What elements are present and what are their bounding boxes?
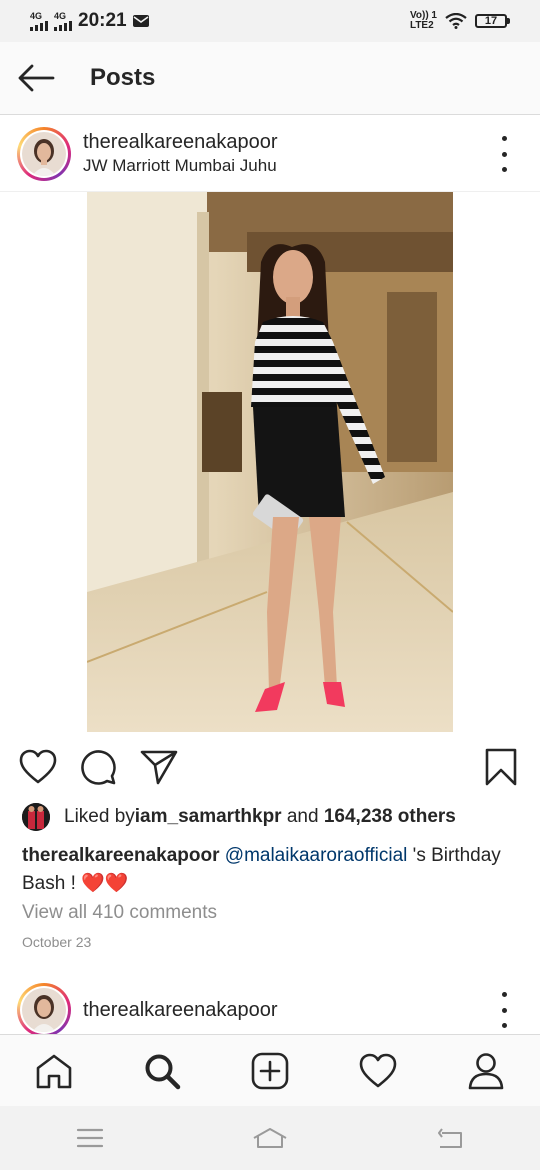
back-button[interactable]: [0, 42, 72, 114]
next-post-username[interactable]: therealkareenakapoor: [83, 999, 278, 1022]
next-post-avatar[interactable]: [17, 983, 71, 1037]
nav-home[interactable]: [24, 1041, 84, 1101]
more-vertical-icon: [501, 136, 507, 141]
post-location[interactable]: JW Marriott Mumbai Juhu: [83, 156, 278, 176]
caption-mention[interactable]: @malaikaarora​official: [225, 845, 408, 866]
next-post-more-button[interactable]: [494, 992, 514, 1028]
volte-indicator: Vo)) 1 LTE2: [410, 11, 437, 31]
add-post-icon: [251, 1052, 289, 1090]
profile-icon: [468, 1053, 504, 1090]
caption-username[interactable]: therealkareenakapoor: [22, 845, 220, 866]
system-home-button[interactable]: [240, 1113, 300, 1163]
status-left: 4G 4G 20:21: [30, 10, 149, 32]
likes-and: and: [281, 806, 324, 827]
likes-count[interactable]: 164,238 others: [324, 806, 456, 828]
heart-icon: [19, 749, 57, 784]
status-bar: 4G 4G 20:21 Vo)) 1 LTE2 17: [0, 0, 540, 42]
system-menu-button[interactable]: [60, 1113, 120, 1163]
bottom-nav: [0, 1034, 540, 1107]
nav-activity[interactable]: [348, 1041, 408, 1101]
back-outline-icon: [438, 1128, 462, 1148]
like-button[interactable]: [18, 745, 58, 789]
status-right: Vo)) 1 LTE2 17: [410, 11, 510, 31]
network-type-1: 4G: [30, 10, 43, 21]
nav-profile[interactable]: [456, 1041, 516, 1101]
view-comments-link[interactable]: View all 410 comments: [22, 902, 217, 924]
comment-button[interactable]: [78, 745, 118, 789]
top-app-bar: Posts: [0, 42, 540, 115]
page-title: Posts: [90, 64, 156, 91]
status-time: 20:21: [78, 10, 127, 31]
post-image[interactable]: [87, 192, 453, 732]
arrow-left-icon: [18, 64, 55, 92]
post-caption: therealkareenakapoor @malaikaarora​offic…: [22, 842, 502, 898]
share-button[interactable]: [139, 745, 179, 789]
home-icon: [36, 1054, 72, 1089]
volte-bottom: LTE2: [409, 20, 434, 31]
more-vertical-icon: [501, 992, 507, 997]
nav-new-post[interactable]: [240, 1041, 300, 1101]
likes-summary[interactable]: Liked by iam_samarthkpr and 164,238 othe…: [22, 803, 456, 831]
post-user-info: therealkareenakapoor JW Marriott Mumbai …: [83, 131, 278, 176]
battery-icon: 17: [475, 14, 510, 28]
message-notification-icon: [132, 15, 149, 27]
post-avatar[interactable]: [17, 126, 71, 181]
search-icon: [145, 1054, 181, 1090]
save-button[interactable]: [481, 745, 521, 789]
comment-icon: [81, 750, 116, 785]
post-username[interactable]: therealkareenakapoor: [83, 131, 278, 154]
nav-search[interactable]: [132, 1041, 192, 1101]
menu-icon: [76, 1128, 104, 1148]
liker-avatar: [22, 803, 50, 831]
network-type-2: 4G: [54, 10, 67, 21]
home-outline-icon: [253, 1128, 287, 1148]
system-nav-bar: [0, 1106, 540, 1170]
wifi-icon: [445, 13, 467, 29]
system-back-button[interactable]: [420, 1113, 480, 1163]
send-icon: [140, 750, 178, 785]
liked-by-user[interactable]: iam_samarthkpr: [135, 806, 282, 828]
more-options-button[interactable]: [494, 136, 514, 172]
post-date: October 23: [22, 934, 92, 950]
likes-prefix: Liked by: [64, 806, 135, 827]
battery-level: 17: [475, 14, 507, 28]
next-post-header: therealkareenakapoor: [0, 980, 540, 1040]
signal-1-icon: 4G: [30, 10, 48, 31]
post-header: therealkareenakapoor JW Marriott Mumbai …: [0, 116, 540, 192]
heart-icon: [359, 1053, 397, 1088]
bookmark-icon: [485, 748, 517, 786]
post-actions: [0, 745, 540, 791]
signal-2-icon: 4G: [54, 10, 72, 31]
